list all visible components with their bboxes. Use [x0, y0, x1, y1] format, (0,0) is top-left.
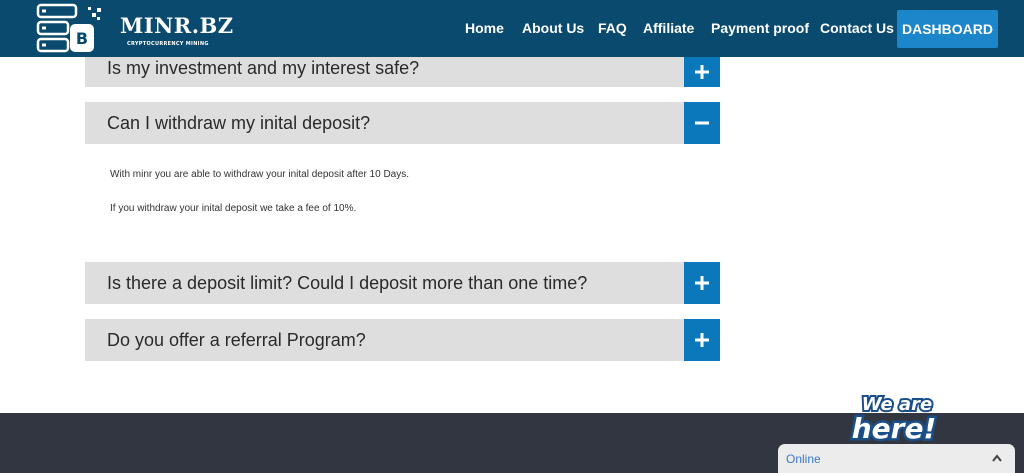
faq-item[interactable]: Is there a deposit limit? Could I deposi…	[85, 262, 720, 304]
faq-toggle-button[interactable]	[684, 262, 720, 304]
faq-item[interactable]: Do you offer a referral Program?	[85, 319, 720, 361]
brand-tagline: CRYPTOCURRENCY MINING	[127, 41, 209, 47]
faq-answer-paragraph: With minr you are able to withdraw your …	[110, 169, 410, 180]
nav-about-us[interactable]: About Us	[522, 20, 584, 36]
plus-icon	[695, 65, 709, 79]
chat-bar[interactable]: Online	[778, 444, 1015, 473]
faq-answer-paragraph: If you withdraw your inital deposit we t…	[110, 203, 357, 214]
nav-home[interactable]: Home	[465, 20, 504, 36]
nav-affiliate[interactable]: Affiliate	[643, 20, 694, 36]
plus-icon	[695, 276, 709, 290]
dashboard-button[interactable]: DASHBOARD	[897, 10, 998, 48]
nav-payment-proof[interactable]: Payment proof	[711, 20, 809, 36]
brand-name[interactable]: MINR.BZ	[120, 13, 234, 38]
plus-icon	[695, 333, 709, 347]
we-are-here-badge[interactable]: We are here!	[842, 388, 952, 444]
faq-toggle-button[interactable]	[684, 319, 720, 361]
chat-status: Online	[786, 452, 821, 466]
faq-question[interactable]: Do you offer a referral Program?	[107, 319, 366, 361]
top-navbar: B MINR.BZ CRYPTOCURRENCY MINING Home Abo…	[0, 0, 1024, 57]
faq-question[interactable]: Is there a deposit limit? Could I deposi…	[107, 262, 587, 304]
nav-faq[interactable]: FAQ	[598, 20, 627, 36]
chevron-up-icon[interactable]	[992, 454, 1002, 462]
faq-question[interactable]: Can I withdraw my inital deposit?	[107, 102, 370, 144]
minus-icon	[695, 121, 709, 125]
faq-item-expanded[interactable]: Can I withdraw my inital deposit?	[85, 102, 720, 144]
server-bitcoin-icon[interactable]: B	[36, 3, 102, 55]
faq-toggle-button[interactable]	[684, 102, 720, 144]
svg-text:B: B	[76, 29, 88, 48]
svg-text:here!: here!	[852, 412, 937, 444]
nav-contact-us[interactable]: Contact Us	[820, 20, 894, 36]
